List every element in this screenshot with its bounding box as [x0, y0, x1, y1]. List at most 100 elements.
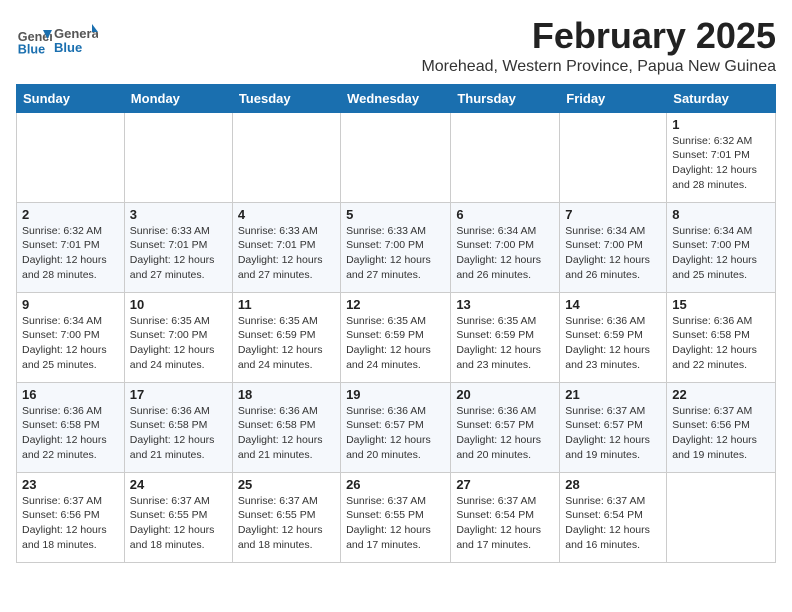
day-cell: 12Sunrise: 6:35 AM Sunset: 6:59 PM Dayli… — [341, 292, 451, 382]
weekday-header-friday: Friday — [560, 84, 667, 112]
day-number: 26 — [346, 477, 445, 492]
day-detail: Sunrise: 6:32 AM Sunset: 7:01 PM Dayligh… — [672, 134, 770, 193]
day-number: 22 — [672, 387, 770, 402]
day-cell: 1 Sunrise: 6:32 AM Sunset: 7:01 PM Daylig… — [667, 112, 776, 202]
weekday-header-row: SundayMondayTuesdayWednesdayThursdayFrid… — [17, 84, 776, 112]
day-detail: Sunrise: 6:37 AM Sunset: 6:55 PM Dayligh… — [130, 494, 227, 553]
week-row-3: 9 Sunrise: 6:34 AM Sunset: 7:00 PM Daylig… — [17, 292, 776, 382]
day-cell: 17 Sunrise: 6:36 AM Sunset: 6:58 PM Dayli… — [124, 382, 232, 472]
day-cell: 7 Sunrise: 6:34 AM Sunset: 7:00 PM Daylig… — [560, 202, 667, 292]
day-detail: Sunrise: 6:32 AM Sunset: 7:01 PM Dayligh… — [22, 224, 119, 283]
day-cell — [17, 112, 125, 202]
day-detail: Sunrise: 6:35 AM Sunset: 7:00 PM Dayligh… — [130, 314, 227, 373]
logo: General Blue General Blue — [16, 20, 98, 58]
week-row-4: 16 Sunrise: 6:36 AM Sunset: 6:58 PM Dayli… — [17, 382, 776, 472]
day-cell — [124, 112, 232, 202]
day-detail: Sunrise: 6:35 AM Sunset: 6:59 PM Dayligh… — [456, 314, 554, 373]
weekday-header-wednesday: Wednesday — [341, 84, 451, 112]
location-title: Morehead, Western Province, Papua New Gu… — [421, 58, 776, 76]
day-number: 12 — [346, 297, 445, 312]
day-detail: Sunrise: 6:33 AM Sunset: 7:01 PM Dayligh… — [130, 224, 227, 283]
day-detail: Sunrise: 6:36 AM Sunset: 6:57 PM Dayligh… — [346, 404, 445, 463]
day-number: 9 — [22, 297, 119, 312]
week-row-5: 23Sunrise: 6:37 AM Sunset: 6:56 PM Dayli… — [17, 472, 776, 562]
day-cell: 6Sunrise: 6:34 AM Sunset: 7:00 PM Daylig… — [451, 202, 560, 292]
day-detail: Sunrise: 6:36 AM Sunset: 6:58 PM Dayligh… — [22, 404, 119, 463]
day-cell: 25 Sunrise: 6:37 AM Sunset: 6:55 PM Dayli… — [232, 472, 340, 562]
day-number: 18 — [238, 387, 335, 402]
day-detail: Sunrise: 6:37 AM Sunset: 6:56 PM Dayligh… — [22, 494, 119, 553]
day-cell: 18 Sunrise: 6:36 AM Sunset: 6:58 PM Dayli… — [232, 382, 340, 472]
weekday-header-tuesday: Tuesday — [232, 84, 340, 112]
day-detail: Sunrise: 6:34 AM Sunset: 7:00 PM Dayligh… — [565, 224, 661, 283]
day-detail: Sunrise: 6:37 AM Sunset: 6:55 PM Dayligh… — [238, 494, 335, 553]
day-number: 10 — [130, 297, 227, 312]
day-number: 6 — [456, 207, 554, 222]
day-cell: 16 Sunrise: 6:36 AM Sunset: 6:58 PM Dayli… — [17, 382, 125, 472]
day-number: 13 — [456, 297, 554, 312]
day-cell — [232, 112, 340, 202]
day-detail: Sunrise: 6:37 AM Sunset: 6:57 PM Dayligh… — [565, 404, 661, 463]
day-number: 24 — [130, 477, 227, 492]
day-detail: Sunrise: 6:36 AM Sunset: 6:57 PM Dayligh… — [456, 404, 554, 463]
day-cell — [667, 472, 776, 562]
day-cell: 4Sunrise: 6:33 AM Sunset: 7:01 PM Daylig… — [232, 202, 340, 292]
day-number: 19 — [346, 387, 445, 402]
day-cell — [560, 112, 667, 202]
day-cell: 20 Sunrise: 6:36 AM Sunset: 6:57 PM Dayli… — [451, 382, 560, 472]
week-row-2: 2 Sunrise: 6:32 AM Sunset: 7:01 PM Daylig… — [17, 202, 776, 292]
day-cell: 3 Sunrise: 6:33 AM Sunset: 7:01 PM Daylig… — [124, 202, 232, 292]
day-detail: Sunrise: 6:37 AM Sunset: 6:54 PM Dayligh… — [565, 494, 661, 553]
day-cell: 14 Sunrise: 6:36 AM Sunset: 6:59 PM Dayli… — [560, 292, 667, 382]
day-number: 20 — [456, 387, 554, 402]
day-cell: 9 Sunrise: 6:34 AM Sunset: 7:00 PM Daylig… — [17, 292, 125, 382]
day-cell: 15Sunrise: 6:36 AM Sunset: 6:58 PM Dayli… — [667, 292, 776, 382]
day-cell: 23Sunrise: 6:37 AM Sunset: 6:56 PM Dayli… — [17, 472, 125, 562]
logo-icon: General Blue — [16, 21, 52, 57]
day-cell: 10 Sunrise: 6:35 AM Sunset: 7:00 PM Dayli… — [124, 292, 232, 382]
day-detail: Sunrise: 6:37 AM Sunset: 6:55 PM Dayligh… — [346, 494, 445, 553]
calendar-table: SundayMondayTuesdayWednesdayThursdayFrid… — [16, 84, 776, 563]
day-number: 7 — [565, 207, 661, 222]
weekday-header-saturday: Saturday — [667, 84, 776, 112]
weekday-header-monday: Monday — [124, 84, 232, 112]
day-detail: Sunrise: 6:34 AM Sunset: 7:00 PM Dayligh… — [672, 224, 770, 283]
day-number: 14 — [565, 297, 661, 312]
day-detail: Sunrise: 6:37 AM Sunset: 6:56 PM Dayligh… — [672, 404, 770, 463]
weekday-header-sunday: Sunday — [17, 84, 125, 112]
day-detail: Sunrise: 6:36 AM Sunset: 6:59 PM Dayligh… — [565, 314, 661, 373]
day-number: 8 — [672, 207, 770, 222]
day-number: 16 — [22, 387, 119, 402]
day-cell: 27Sunrise: 6:37 AM Sunset: 6:54 PM Dayli… — [451, 472, 560, 562]
day-cell: 21 Sunrise: 6:37 AM Sunset: 6:57 PM Dayli… — [560, 382, 667, 472]
day-cell: 8 Sunrise: 6:34 AM Sunset: 7:00 PM Daylig… — [667, 202, 776, 292]
month-title: February 2025 — [421, 16, 776, 56]
day-cell: 5 Sunrise: 6:33 AM Sunset: 7:00 PM Daylig… — [341, 202, 451, 292]
title-area: February 2025 Morehead, Western Province… — [421, 16, 776, 76]
day-number: 28 — [565, 477, 661, 492]
day-detail: Sunrise: 6:36 AM Sunset: 6:58 PM Dayligh… — [238, 404, 335, 463]
day-number: 21 — [565, 387, 661, 402]
svg-text:General: General — [54, 26, 98, 41]
day-number: 1 — [672, 117, 770, 132]
svg-text:Blue: Blue — [18, 42, 45, 56]
day-number: 2 — [22, 207, 119, 222]
day-cell — [341, 112, 451, 202]
day-cell: 26 Sunrise: 6:37 AM Sunset: 6:55 PM Dayli… — [341, 472, 451, 562]
day-number: 11 — [238, 297, 335, 312]
day-number: 5 — [346, 207, 445, 222]
day-cell — [451, 112, 560, 202]
day-detail: Sunrise: 6:34 AM Sunset: 7:00 PM Dayligh… — [22, 314, 119, 373]
day-number: 3 — [130, 207, 227, 222]
day-cell: 11Sunrise: 6:35 AM Sunset: 6:59 PM Dayli… — [232, 292, 340, 382]
day-detail: Sunrise: 6:36 AM Sunset: 6:58 PM Dayligh… — [130, 404, 227, 463]
day-number: 25 — [238, 477, 335, 492]
day-detail: Sunrise: 6:37 AM Sunset: 6:54 PM Dayligh… — [456, 494, 554, 553]
day-number: 17 — [130, 387, 227, 402]
day-detail: Sunrise: 6:36 AM Sunset: 6:58 PM Dayligh… — [672, 314, 770, 373]
svg-text:Blue: Blue — [54, 40, 82, 55]
weekday-header-thursday: Thursday — [451, 84, 560, 112]
day-detail: Sunrise: 6:33 AM Sunset: 7:00 PM Dayligh… — [346, 224, 445, 283]
day-cell: 2 Sunrise: 6:32 AM Sunset: 7:01 PM Daylig… — [17, 202, 125, 292]
day-cell: 22 Sunrise: 6:37 AM Sunset: 6:56 PM Dayli… — [667, 382, 776, 472]
